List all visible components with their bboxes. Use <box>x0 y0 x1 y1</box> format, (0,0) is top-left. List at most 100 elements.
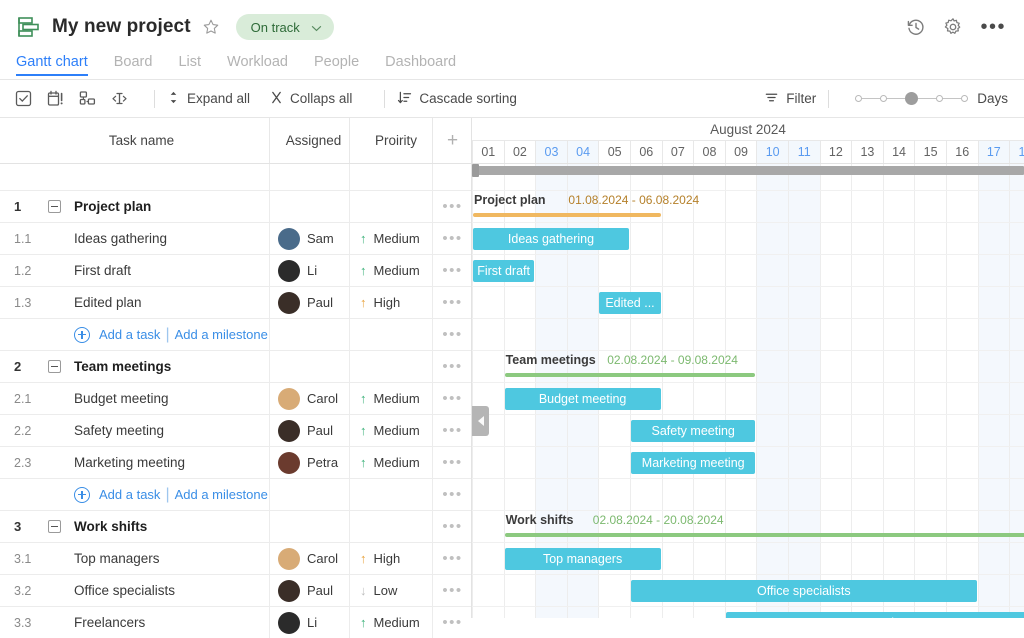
zoom-node-3[interactable] <box>905 92 918 105</box>
table-row[interactable]: 2.2Safety meetingPaul↑Medium••• <box>0 415 471 447</box>
priority-cell[interactable]: ↑Medium <box>360 455 420 470</box>
add-row-plus-icon[interactable] <box>74 487 90 503</box>
row-wbs: 1.2 <box>14 264 48 278</box>
add-a-milestone-link[interactable]: Add a milestone <box>175 487 268 502</box>
zoom-level-label: Days <box>977 91 1008 106</box>
priority-cell[interactable]: ↑High <box>360 295 400 310</box>
expand-all-button[interactable]: Expand all <box>167 90 250 108</box>
column-header-priority[interactable]: Proirity <box>350 118 433 163</box>
gear-icon[interactable] <box>943 17 963 37</box>
hierarchy-icon[interactable] <box>78 89 97 108</box>
row-menu-icon[interactable]: ••• <box>442 331 462 339</box>
row-menu-icon[interactable]: ••• <box>442 299 462 307</box>
priority-cell[interactable]: ↑Medium <box>360 615 420 630</box>
task-bar[interactable]: Office specialists <box>631 580 977 602</box>
table-row[interactable]: 3.3FreelancersLi↑Medium••• <box>0 607 471 638</box>
tab-list[interactable]: List <box>178 54 201 76</box>
history-icon[interactable] <box>906 17 926 37</box>
sort-icon <box>397 90 412 108</box>
column-header-task-name[interactable]: Task name <box>0 118 270 163</box>
ellipsis-icon[interactable]: ••• <box>980 22 1006 32</box>
priority-cell[interactable]: ↑Medium <box>360 231 420 246</box>
table-row[interactable]: 3.1Top managersCarol↑High••• <box>0 543 471 575</box>
filter-button[interactable]: Filter <box>764 90 816 108</box>
tab-workload[interactable]: Workload <box>227 54 288 76</box>
row-menu-icon[interactable]: ••• <box>442 491 462 499</box>
priority-cell[interactable]: ↓Low <box>360 583 397 598</box>
table-row[interactable]: 1.3Edited planPaul↑High••• <box>0 287 471 319</box>
collapse-left-icon[interactable] <box>472 406 489 436</box>
row-menu-icon[interactable]: ••• <box>442 555 462 563</box>
table-row[interactable]: 3Work shifts••• <box>0 511 471 543</box>
add-column-button[interactable]: + <box>433 118 472 163</box>
row-menu-icon[interactable]: ••• <box>442 619 462 627</box>
zoom-node-1[interactable] <box>855 95 862 102</box>
tab-people[interactable]: People <box>314 54 359 76</box>
add-a-task-link[interactable]: Add a task <box>99 487 160 502</box>
priority-cell[interactable]: ↑Medium <box>360 391 420 406</box>
cascade-sorting-button[interactable]: Cascade sorting <box>397 90 517 108</box>
table-row[interactable]: 2.1Budget meetingCarol↑Medium••• <box>0 383 471 415</box>
zoom-node-5[interactable] <box>961 95 968 102</box>
add-a-task-link[interactable]: Add a task <box>99 327 160 342</box>
task-bar[interactable]: Top managers <box>505 548 661 570</box>
column-header-assigned[interactable]: Assigned <box>270 118 350 163</box>
row-menu-icon[interactable]: ••• <box>442 267 462 275</box>
calendar-alert-icon[interactable] <box>46 89 65 108</box>
table-row[interactable]: 2Team meetings••• <box>0 351 471 383</box>
task-bar[interactable]: Safety meeting <box>631 420 755 442</box>
avatar[interactable] <box>278 548 300 570</box>
summary-bar[interactable]: Project plan01.08.2024 - 06.08.2024 <box>473 193 661 219</box>
table-row[interactable]: 2.3Marketing meetingPetra↑Medium••• <box>0 447 471 479</box>
checkbox-icon[interactable] <box>14 89 33 108</box>
tab-gantt-chart[interactable]: Gantt chart <box>16 54 88 76</box>
resize-width-icon[interactable] <box>110 89 129 108</box>
task-bar[interactable]: First draft <box>473 260 534 282</box>
avatar[interactable] <box>278 452 300 474</box>
status-badge[interactable]: On track <box>236 14 334 40</box>
add-row-plus-icon[interactable] <box>74 327 90 343</box>
avatar[interactable] <box>278 580 300 602</box>
avatar[interactable] <box>278 388 300 410</box>
table-row[interactable]: 1.2First draftLi↑Medium••• <box>0 255 471 287</box>
horizontal-scrollbar[interactable] <box>474 166 1024 175</box>
star-icon[interactable] <box>202 18 220 36</box>
row-menu-icon[interactable]: ••• <box>442 395 462 403</box>
task-bar[interactable]: Freelancers <box>726 612 1024 618</box>
priority-cell[interactable]: ↑High <box>360 551 400 566</box>
table-row[interactable]: 1Project plan••• <box>0 191 471 223</box>
group-collapse-toggle[interactable] <box>48 200 61 213</box>
tab-dashboard[interactable]: Dashboard <box>385 54 456 76</box>
avatar[interactable] <box>278 420 300 442</box>
group-collapse-toggle[interactable] <box>48 360 61 373</box>
summary-label: Work shifts <box>506 513 574 527</box>
row-menu-icon[interactable]: ••• <box>442 203 462 211</box>
avatar[interactable] <box>278 292 300 314</box>
table-row[interactable]: 3.2Office specialistsPaul↓Low••• <box>0 575 471 607</box>
task-bar[interactable]: Budget meeting <box>505 388 661 410</box>
avatar[interactable] <box>278 260 300 282</box>
summary-bar[interactable]: Team meetings02.08.2024 - 09.08.2024 <box>505 353 756 379</box>
zoom-slider[interactable] <box>855 92 968 105</box>
task-bar[interactable]: Ideas gathering <box>473 228 629 250</box>
row-menu-icon[interactable]: ••• <box>442 587 462 595</box>
table-row[interactable]: 1.1Ideas gatheringSam↑Medium••• <box>0 223 471 255</box>
row-menu-icon[interactable]: ••• <box>442 459 462 467</box>
avatar[interactable] <box>278 228 300 250</box>
row-menu-icon[interactable]: ••• <box>442 235 462 243</box>
row-menu-icon[interactable]: ••• <box>442 363 462 371</box>
row-menu-icon[interactable]: ••• <box>442 523 462 531</box>
avatar[interactable] <box>278 612 300 634</box>
zoom-node-2[interactable] <box>880 95 887 102</box>
tab-board[interactable]: Board <box>114 54 153 76</box>
collapse-all-button[interactable]: Collaps all <box>270 90 352 108</box>
task-bar[interactable]: Edited ... <box>599 292 660 314</box>
add-a-milestone-link[interactable]: Add a milestone <box>175 327 268 342</box>
zoom-node-4[interactable] <box>936 95 943 102</box>
group-collapse-toggle[interactable] <box>48 520 61 533</box>
row-menu-icon[interactable]: ••• <box>442 427 462 435</box>
task-bar[interactable]: Marketing meeting <box>631 452 755 474</box>
priority-cell[interactable]: ↑Medium <box>360 423 420 438</box>
priority-cell[interactable]: ↑Medium <box>360 263 420 278</box>
summary-bar[interactable]: Work shifts02.08.2024 - 20.08.2024 <box>505 513 1024 539</box>
